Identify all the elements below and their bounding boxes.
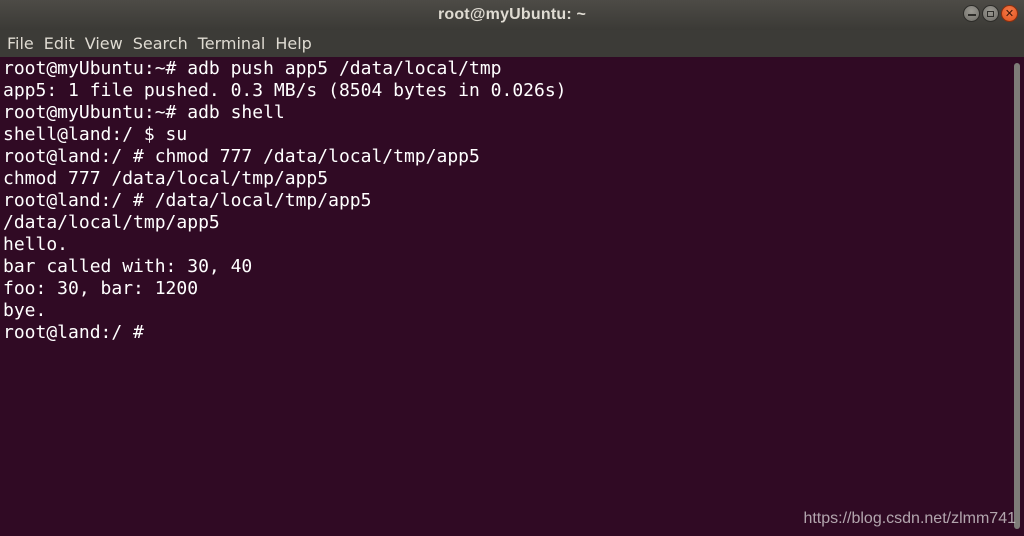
maximize-icon: [987, 10, 994, 17]
terminal-line: bar called with: 30, 40: [3, 256, 253, 277]
menu-help[interactable]: Help: [270, 34, 316, 53]
window-controls: ✕: [963, 5, 1018, 22]
terminal-line: /data/local/tmp/app5: [3, 212, 220, 233]
minimize-button[interactable]: [963, 5, 980, 22]
menu-terminal[interactable]: Terminal: [193, 34, 271, 53]
terminal-line: hello.: [3, 234, 69, 255]
title-bar[interactable]: root@myUbuntu: ~ ✕: [0, 0, 1024, 30]
terminal-line: root@land:/ # /data/local/tmp/app5: [3, 190, 372, 211]
terminal-output[interactable]: root@myUbuntu:~# adb push app5 /data/loc…: [0, 57, 1008, 536]
close-icon: ✕: [1004, 7, 1015, 20]
menu-bar: File Edit View Search Terminal Help: [0, 30, 1024, 57]
menu-edit[interactable]: Edit: [39, 34, 80, 53]
terminal-line: foo: 30, bar: 1200: [3, 278, 199, 299]
terminal-window: root@myUbuntu: ~ ✕ File Edit View Search…: [0, 0, 1024, 536]
terminal-prompt: root@land:/ #: [3, 322, 155, 343]
terminal-line: bye.: [3, 300, 47, 321]
minimize-icon: [967, 13, 976, 16]
terminal-line: chmod 777 /data/local/tmp/app5: [3, 168, 329, 189]
terminal-line: app5: 1 file pushed. 0.3 MB/s (8504 byte…: [3, 80, 567, 101]
terminal-line: shell@land:/ $ su: [3, 124, 188, 145]
menu-file[interactable]: File: [2, 34, 39, 53]
menu-search[interactable]: Search: [128, 34, 193, 53]
terminal-line: root@land:/ # chmod 777 /data/local/tmp/…: [3, 146, 480, 167]
close-button[interactable]: ✕: [1001, 5, 1018, 22]
terminal-line: root@myUbuntu:~# adb shell: [3, 102, 285, 123]
scrollbar-thumb[interactable]: [1014, 63, 1020, 529]
scrollbar[interactable]: [1008, 57, 1024, 536]
menu-view[interactable]: View: [80, 34, 128, 53]
terminal-line: root@myUbuntu:~# adb push app5 /data/loc…: [3, 58, 502, 79]
maximize-button[interactable]: [982, 5, 999, 22]
window-title: root@myUbuntu: ~: [437, 6, 587, 23]
watermark: https://blog.csdn.net/zlmm741: [803, 510, 1016, 527]
